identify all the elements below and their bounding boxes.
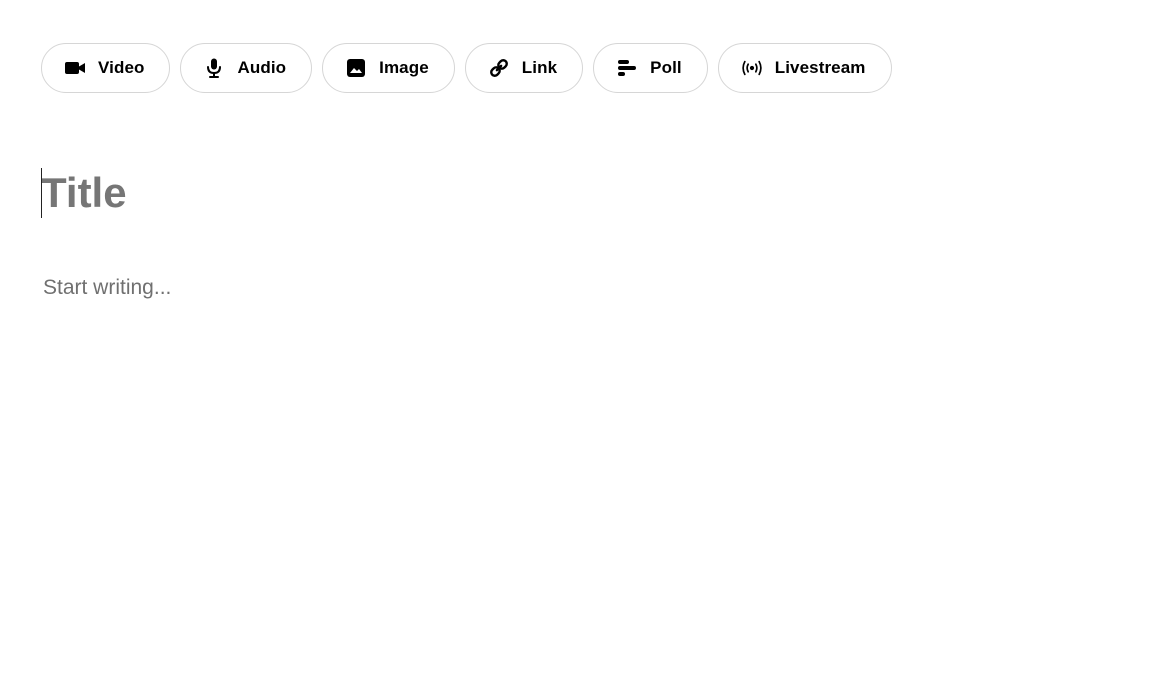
video-camera-icon xyxy=(64,57,86,79)
audio-button[interactable]: Audio xyxy=(180,43,313,93)
image-icon xyxy=(345,57,367,79)
link-button-label: Link xyxy=(521,58,558,77)
link-icon xyxy=(488,57,510,79)
video-button-label: Video xyxy=(98,58,145,77)
body-editor[interactable] xyxy=(43,273,1103,573)
video-button[interactable]: Video xyxy=(41,43,171,93)
image-button-label: Image xyxy=(379,58,429,77)
poll-button-label: Poll xyxy=(650,58,682,77)
livestream-button[interactable]: Livestream xyxy=(717,43,892,93)
link-button[interactable]: Link xyxy=(464,43,584,93)
poll-button[interactable]: Poll xyxy=(593,43,708,93)
microphone-icon xyxy=(203,57,225,79)
livestream-button-label: Livestream xyxy=(774,58,866,77)
title-input[interactable] xyxy=(41,168,1101,218)
text-caret xyxy=(41,168,42,218)
broadcast-icon xyxy=(741,57,763,79)
poll-bars-icon xyxy=(616,57,638,79)
image-button[interactable]: Image xyxy=(322,43,455,93)
title-field-wrapper xyxy=(41,168,1101,218)
media-toolbar: Video Audio Image Link Poll Livestream xyxy=(41,43,892,93)
audio-button-label: Audio xyxy=(237,58,287,77)
